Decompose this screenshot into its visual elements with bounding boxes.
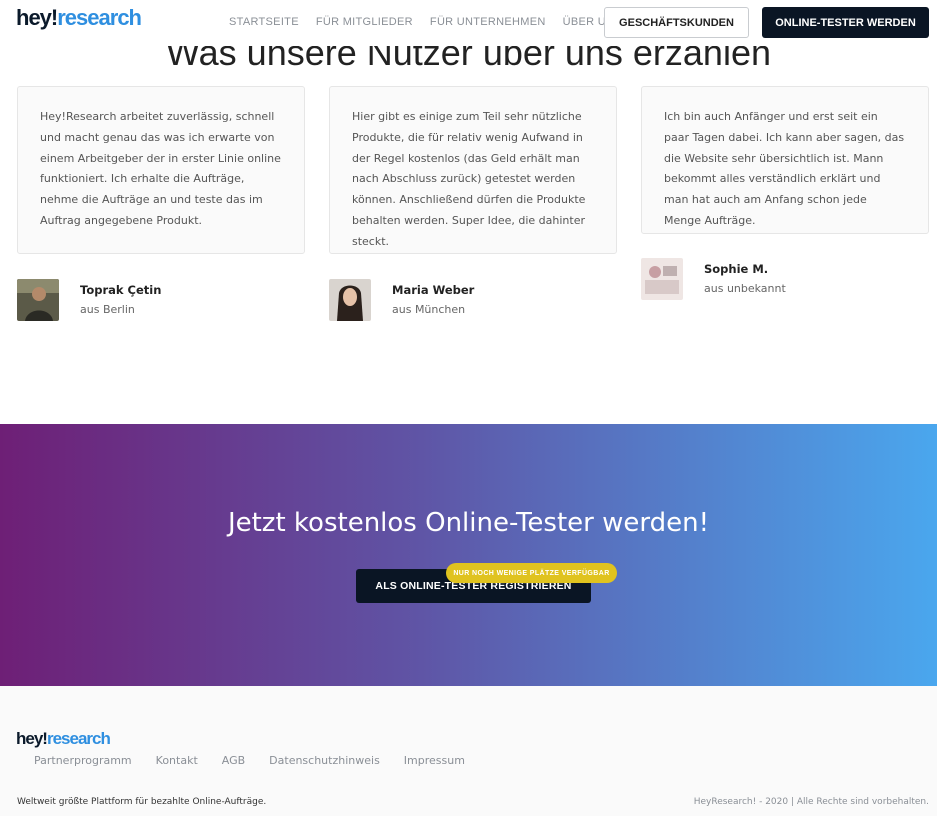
footer-copyright: HeyResearch! - 2020 | Alle Rechte sind v… [693, 797, 929, 807]
footer-logo-research: research [46, 729, 111, 748]
author-name: Maria Weber [392, 283, 475, 297]
logo-hey: hey! [16, 5, 58, 30]
nav-unternehmen[interactable]: FÜR UNTERNEHMEN [430, 16, 546, 28]
testimonial-text: Hier gibt es einige zum Teil sehr nützli… [352, 110, 586, 248]
testimonial-author: Toprak Çetin aus Berlin [17, 279, 161, 321]
author-name: Toprak Çetin [80, 283, 162, 297]
testimonial-text: Ich bin auch Anfänger und erst seit ein … [664, 110, 905, 227]
nav-mitglieder[interactable]: FÜR MITGLIEDER [316, 16, 413, 28]
site-footer: hey!research Partnerprogramm Kontakt AGB… [0, 686, 937, 816]
footer-logo-hey: hey! [16, 729, 48, 748]
cta-title: Jetzt kostenlos Online-Tester werden! [227, 508, 710, 538]
footer-link-agb[interactable]: AGB [222, 754, 245, 767]
footer-links: Partnerprogramm Kontakt AGB Datenschutzh… [34, 754, 465, 767]
cta-section: Jetzt kostenlos Online-Tester werden! AL… [0, 424, 937, 686]
footer-link-partnerprogramm[interactable]: Partnerprogramm [34, 754, 132, 767]
testimonial-card: Hey!Research arbeitet zuverlässig, schne… [17, 86, 305, 254]
testimonial-author: Sophie M. aus unbekannt [641, 258, 786, 300]
author-location: aus München [392, 303, 466, 316]
site-header: hey!research STARTSEITE FÜR MITGLIEDER F… [0, 0, 937, 46]
testimonial-card: Hier gibt es einige zum Teil sehr nützli… [329, 86, 617, 254]
footer-tagline: Weltweit größte Plattform für bezahlte O… [17, 797, 267, 807]
footer-link-impressum[interactable]: Impressum [404, 754, 465, 767]
footer-link-datenschutz[interactable]: Datenschutzhinweis [269, 754, 380, 767]
author-location: aus unbekannt [704, 282, 786, 295]
footer-link-kontakt[interactable]: Kontakt [156, 754, 198, 767]
avatar [641, 258, 683, 300]
availability-badge: NUR NOCH WENIGE PLÄTZE VERFÜGBAR [446, 563, 617, 583]
avatar [17, 279, 59, 321]
become-tester-button[interactable]: ONLINE-TESTER WERDEN [762, 7, 929, 38]
footer-logo[interactable]: hey!research [16, 729, 111, 749]
main-nav: STARTSEITE FÜR MITGLIEDER FÜR UNTERNEHME… [229, 16, 622, 28]
testimonial-card: Ich bin auch Anfänger und erst seit ein … [641, 86, 929, 234]
testimonial-author: Maria Weber aus München [329, 279, 474, 321]
avatar [329, 279, 371, 321]
business-customers-button[interactable]: GESCHÄFTSKUNDEN [604, 7, 749, 38]
logo[interactable]: hey!research [16, 5, 142, 31]
testimonial-text: Hey!Research arbeitet zuverlässig, schne… [40, 110, 281, 227]
author-location: aus Berlin [80, 303, 135, 316]
nav-startseite[interactable]: STARTSEITE [229, 16, 299, 28]
author-name: Sophie M. [704, 262, 769, 276]
logo-research: research [57, 5, 142, 30]
